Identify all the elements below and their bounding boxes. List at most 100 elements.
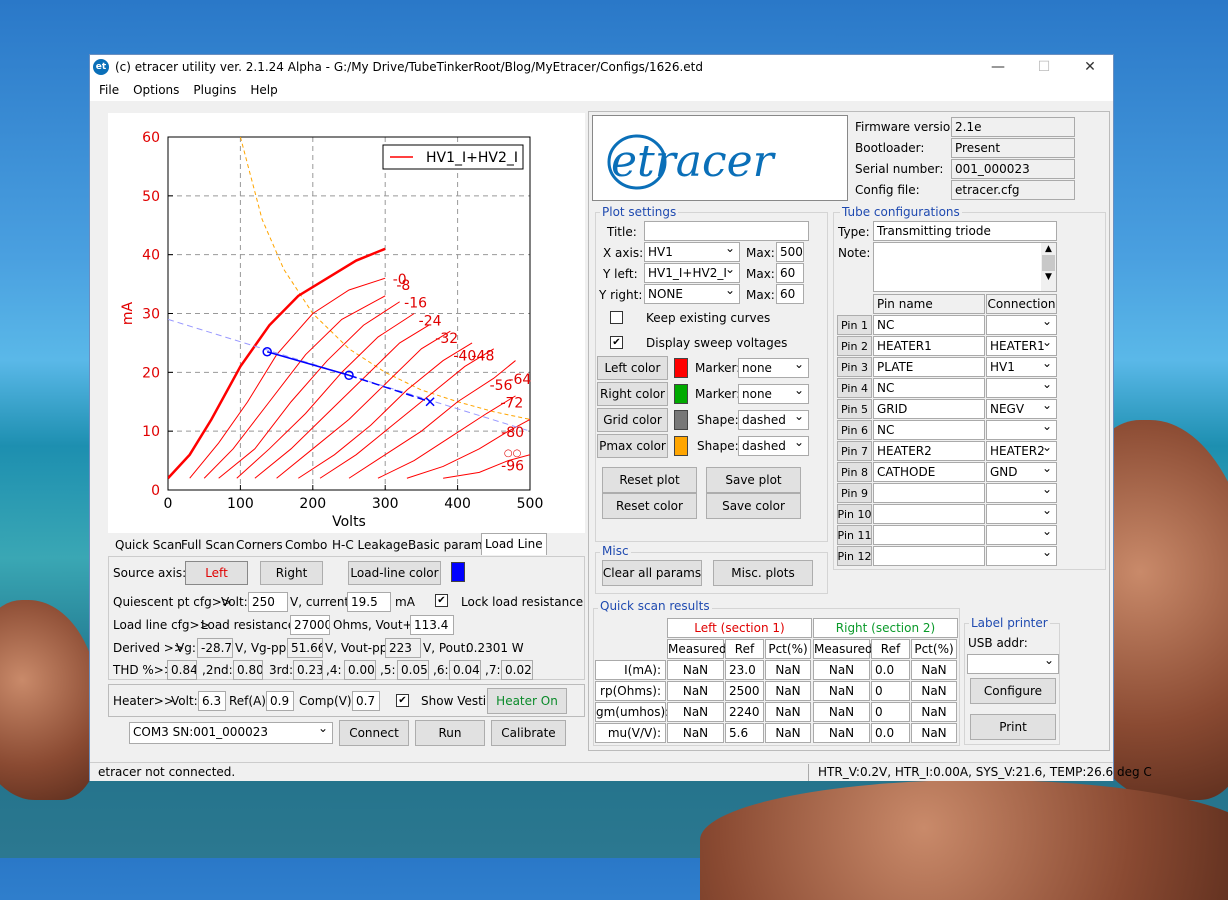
pin-button-5[interactable]: Pin 5 (837, 399, 872, 419)
com-port-select[interactable]: COM3 SN:001_000023 (129, 722, 333, 744)
tab-basic-params[interactable]: Basic params (405, 535, 492, 555)
minimize-button[interactable]: — (975, 55, 1021, 79)
shape2-select[interactable]: dashed (738, 436, 809, 456)
menu-plugins[interactable]: Plugins (186, 83, 243, 97)
tube-type-input[interactable]: Transmitting triode (873, 221, 1057, 241)
save-plot-button[interactable]: Save plot (706, 467, 801, 493)
pin-button-9[interactable]: Pin 9 (837, 483, 872, 503)
marker1-select[interactable]: none (738, 358, 809, 378)
qs-cell[interactable]: 2500 (725, 681, 764, 701)
qs-cell[interactable]: 0.0 (871, 660, 910, 680)
reset-color-button[interactable]: Reset color (602, 493, 697, 519)
pin-button-4[interactable]: Pin 4 (837, 378, 872, 398)
pin-name-input[interactable] (873, 546, 985, 566)
pin-connection-select[interactable] (986, 378, 1057, 398)
keep-curves-checkbox[interactable] (610, 311, 623, 324)
x-axis-select[interactable]: HV1 (644, 242, 740, 262)
pin-name-input[interactable] (873, 504, 985, 524)
show-vesti-checkbox[interactable]: ✔ (396, 694, 409, 707)
pin-connection-select[interactable] (986, 546, 1057, 566)
pin-connection-select[interactable] (986, 483, 1057, 503)
heater-ref-input[interactable]: 0.9 (266, 691, 294, 711)
pin-button-1[interactable]: Pin 1 (837, 315, 872, 335)
pin-button-3[interactable]: Pin 3 (837, 357, 872, 377)
print-button[interactable]: Print (970, 714, 1056, 740)
vout-input[interactable]: 113.4 (410, 615, 454, 635)
qs-cell[interactable]: 0 (871, 702, 910, 722)
qs-cell[interactable]: 0.0 (871, 723, 910, 743)
pin-button-8[interactable]: Pin 8 (837, 462, 872, 482)
x-max-input[interactable]: 500 (776, 242, 804, 262)
load-resistance-input[interactable]: 27000.0 (290, 615, 330, 635)
pin-connection-select[interactable] (986, 420, 1057, 440)
source-right-button[interactable]: Right (260, 561, 323, 585)
y-left-select[interactable]: HV1_I+HV2_I (644, 263, 740, 283)
pin-name-input[interactable] (873, 525, 985, 545)
pin-name-input[interactable] (873, 483, 985, 503)
tab-load-line[interactable]: Load Line (481, 533, 547, 555)
heater-volt-input[interactable]: 6.3 (198, 691, 226, 711)
pin-name-input[interactable]: NC (873, 420, 985, 440)
clear-params-button[interactable]: Clear all params (602, 560, 702, 586)
pin-name-input[interactable]: CATHODE (873, 462, 985, 482)
pin-connection-select[interactable]: HEATER1 (986, 336, 1057, 356)
tube-note-input[interactable] (873, 242, 1057, 292)
grid-color-button[interactable]: Grid color (597, 408, 668, 432)
display-sweep-checkbox[interactable]: ✔ (610, 336, 623, 349)
load-line-color-button[interactable]: Load-line color (348, 561, 441, 585)
pmax-color-button[interactable]: Pmax color (597, 434, 668, 458)
pin-connection-select[interactable]: GND (986, 462, 1057, 482)
source-left-button[interactable]: Left (185, 561, 248, 585)
pin-button-7[interactable]: Pin 7 (837, 441, 872, 461)
pin-connection-select[interactable]: HV1 (986, 357, 1057, 377)
pin-connection-select[interactable] (986, 504, 1057, 524)
pin-name-input[interactable]: NC (873, 378, 985, 398)
pin-button-10[interactable]: Pin 10 (837, 504, 872, 524)
qs-cell[interactable]: 2240 (725, 702, 764, 722)
pin-name-input[interactable]: HEATER1 (873, 336, 985, 356)
pin-connection-select[interactable] (986, 525, 1057, 545)
pin-connection-select[interactable]: NEGV (986, 399, 1057, 419)
plot-title-input[interactable] (644, 221, 809, 241)
y-right-max-input[interactable]: 60 (776, 284, 804, 304)
run-button[interactable]: Run (415, 720, 485, 746)
pin-button-2[interactable]: Pin 2 (837, 336, 872, 356)
note-scrollbar[interactable]: ▲ ▼ (1041, 243, 1056, 291)
pin-name-input[interactable]: PLATE (873, 357, 985, 377)
pin-connection-select[interactable]: HEATER2 (986, 441, 1057, 461)
tab-corners[interactable]: Corners (233, 535, 286, 555)
qs-cell[interactable]: 23.0 (725, 660, 764, 680)
pin-name-input[interactable]: NC (873, 315, 985, 335)
maximize-button[interactable]: ☐ (1021, 55, 1067, 79)
right-color-button[interactable]: Right color (597, 382, 668, 406)
save-color-button[interactable]: Save color (706, 493, 801, 519)
connect-button[interactable]: Connect (339, 720, 409, 746)
configure-button[interactable]: Configure (970, 678, 1056, 704)
tab-hc-leakage[interactable]: H-C Leakage (329, 535, 411, 555)
pin-name-input[interactable]: HEATER2 (873, 441, 985, 461)
left-color-button[interactable]: Left color (597, 356, 668, 380)
quiescent-volt-input[interactable]: 250 (248, 592, 288, 612)
heater-comp-input[interactable]: 0.7 (352, 691, 380, 711)
pin-connection-select[interactable] (986, 315, 1057, 335)
calibrate-button[interactable]: Calibrate (491, 720, 566, 746)
menu-help[interactable]: Help (243, 83, 284, 97)
menu-options[interactable]: Options (126, 83, 186, 97)
usb-addr-select[interactable] (967, 654, 1059, 674)
tab-combo[interactable]: Combo (282, 535, 330, 555)
marker2-select[interactable]: none (738, 384, 809, 404)
lock-load-checkbox[interactable]: ✔ (435, 594, 448, 607)
qs-cell[interactable]: 0 (871, 681, 910, 701)
pin-button-12[interactable]: Pin 12 (837, 546, 872, 566)
reset-plot-button[interactable]: Reset plot (602, 467, 697, 493)
pin-button-6[interactable]: Pin 6 (837, 420, 872, 440)
pin-name-input[interactable]: GRID (873, 399, 985, 419)
pin-button-11[interactable]: Pin 11 (837, 525, 872, 545)
y-right-select[interactable]: NONE (644, 284, 740, 304)
qs-cell[interactable]: 5.6 (725, 723, 764, 743)
menu-file[interactable]: File (92, 83, 126, 97)
heater-on-button[interactable]: Heater On (487, 688, 567, 714)
shape1-select[interactable]: dashed (738, 410, 809, 430)
tab-full-scan[interactable]: Full Scan (178, 535, 238, 555)
misc-plots-button[interactable]: Misc. plots (713, 560, 813, 586)
